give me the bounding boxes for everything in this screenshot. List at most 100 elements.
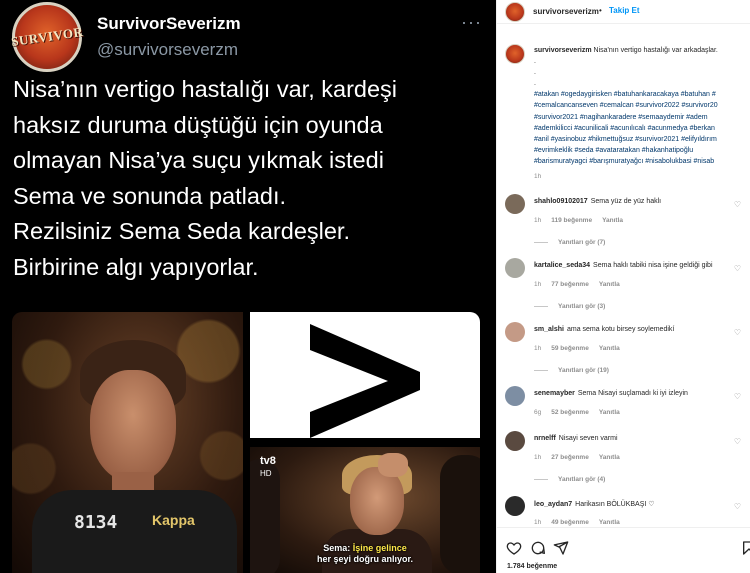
comment-text: ama sema kotu birsey soylemedikí (566, 326, 675, 333)
comment-likes[interactable]: 52 beğenme (551, 409, 589, 416)
comment-likes[interactable]: 49 beğenme (551, 519, 589, 526)
share-icon[interactable] (553, 540, 569, 556)
reply-button[interactable]: Yanıtla (599, 345, 620, 352)
caption-avatar[interactable] (505, 44, 525, 64)
comment-text-row: kartalice_seda34 Sema haklı tabiki nisa i… (534, 262, 713, 269)
caption-hashtags[interactable]: #atakan #ogedaygirisken #batuhankaracaka… (534, 89, 750, 100)
commenter-avatar[interactable] (505, 194, 525, 214)
comment-time: 1h (534, 345, 542, 352)
caption-hashtags[interactable]: #cemalcancanseven #cemalcan #survivor202… (534, 100, 750, 111)
author-avatar[interactable] (505, 2, 525, 22)
comment-like-icon[interactable]: ♡ (734, 502, 741, 511)
comment-meta: 6g 52 beğenme Yanıtla (534, 409, 630, 416)
comment-likes[interactable]: 59 beğenme (551, 345, 589, 352)
likes-count[interactable]: 1.784 beğenme (507, 563, 557, 570)
tweet-display-name: SurvivorSeverizm (97, 14, 241, 33)
comment-item: kartalice_seda34 Sema haklı tabiki nisa i… (497, 258, 750, 322)
caption-time: 1h (534, 173, 542, 180)
caption-dot: . (534, 80, 536, 88)
commenter-avatar[interactable] (505, 322, 525, 342)
tweet-text-line: Rezilsiniz Sema Seda kardeşler. (13, 218, 350, 244)
comment-like-icon[interactable]: ♡ (734, 328, 741, 337)
comment-text-row: shahlo09102017 Sema yüz de yüz haklı (534, 198, 661, 205)
comment-text: Harikasın BÖLÜKBAŞI ♡ (575, 501, 655, 508)
reply-button[interactable]: Yanıtla (599, 454, 620, 461)
more-icon: ··· (461, 12, 482, 32)
commenter-username[interactable]: shahlo09102017 (534, 198, 588, 205)
commenter-username[interactable]: leo_aydan7 (534, 501, 572, 508)
commenter-username[interactable]: sm_alshi (534, 326, 564, 333)
greater-than-icon (310, 324, 420, 438)
post-media: SURVIVOR SurvivorSeverizm @survivorsever… (0, 0, 496, 573)
comment-meta: 1h 119 beğenme Yanıtla (534, 217, 633, 224)
caption-hashtags[interactable]: #barismuratyagci #barışmuratyağcı #nisab… (534, 156, 750, 167)
tweet-handle: @survivorseverzm (97, 40, 238, 59)
tweet-photo-arrow (250, 312, 480, 438)
comment-time: 1h (534, 519, 542, 526)
comment-text: Sema haklı tabiki nisa işine geldiği gib… (593, 262, 713, 269)
post-actions: 1.784 beğenme (497, 527, 750, 573)
comment-meta: 1h 49 beğenme Yanıtla (534, 519, 630, 526)
view-replies-button[interactable]: Yanıtları gör (7) (534, 239, 605, 246)
tweet-avatar: SURVIVOR (9, 2, 84, 72)
reply-button[interactable]: Yanıtla (602, 217, 623, 224)
tweet-text-line: haksız duruma düştüğü için oyunda (13, 111, 383, 138)
comment-meta: 1h 59 beğenme Yanıtla (534, 345, 630, 352)
tweet-avatar-logo-text: SURVIVOR (9, 24, 84, 49)
commenter-avatar[interactable] (505, 258, 525, 278)
tv-channel-logo: tv8 (260, 455, 276, 467)
author-username[interactable]: survivorseverizm (533, 7, 599, 16)
commenter-username[interactable]: kartalice_seda34 (534, 262, 590, 269)
view-replies-button[interactable]: Yanıtları gör (19) (534, 367, 609, 374)
comment-like-icon[interactable]: ♡ (734, 437, 741, 446)
caption-hashtags[interactable]: #ademkilicci #acunilicali #acunılıcalı #… (534, 123, 750, 134)
comment-likes[interactable]: 77 beğenme (551, 281, 589, 288)
commenter-avatar[interactable] (505, 386, 525, 406)
tweet-text-line: olmayan Nisa’ya suçu yıkmak istedi (13, 147, 384, 173)
caption-username[interactable]: survivorseverizm (534, 47, 592, 54)
comment-meta: 1h 77 beğenme Yanıtla (534, 281, 630, 288)
view-replies-button[interactable]: Yanıtları gör (3) (534, 303, 605, 310)
tweet-text-line: Nisa’nın vertigo hastalığı var, kardeşi (13, 76, 398, 102)
post-caption: survivorseverizm Nisa'nın vertigo hastal… (534, 45, 750, 167)
comment-item: nrnelff Nisayi seven varmi ♡ 1h 27 beğenme Ya… (497, 431, 750, 495)
commenter-username[interactable]: nrnelff (534, 435, 556, 442)
commenter-avatar[interactable] (505, 431, 525, 451)
comment-time: 1h (534, 454, 542, 461)
post-sidebar: survivorseverizm • Takip Et survivorseve… (496, 0, 750, 573)
reply-button[interactable]: Yanıtla (599, 409, 620, 416)
commenter-avatar[interactable] (505, 496, 525, 516)
reply-button[interactable]: Yanıtla (599, 519, 620, 526)
comment-likes[interactable]: 27 beğenme (551, 454, 589, 461)
comment-time: 1h (534, 281, 542, 288)
comment-text: Nisayi seven varmi (558, 435, 618, 442)
heart-icon[interactable] (506, 540, 522, 556)
bookmark-icon[interactable] (741, 540, 750, 556)
tweet-text-line: Sema ve sonunda patladı. (13, 182, 287, 209)
tweet-header: SURVIVOR SurvivorSeverizm @survivorsever… (9, 2, 482, 72)
comment-text: Sema yüz de yüz haklı (590, 198, 662, 205)
commenter-username[interactable]: senemayber (534, 390, 575, 397)
video-subtitle: Sema: İşine gelince her şeyi doğru anlıy… (316, 543, 414, 564)
caption-dot: . (534, 69, 536, 77)
caption-dot: . (534, 58, 536, 66)
tweet-text: Nisa’nın vertigo hastalığı var, kardeşi h… (13, 72, 483, 285)
follow-button[interactable]: Takip Et (609, 6, 640, 15)
reply-button[interactable]: Yanıtla (599, 281, 620, 288)
comment-icon[interactable] (530, 540, 546, 556)
caption-hashtags[interactable]: #anil #yasinobuz #hikmettuğsuz #survivor… (534, 134, 750, 145)
shirt-brand: Kappa (152, 512, 195, 528)
caption-hashtags[interactable]: #evrimkeklik #seda #avataratakan #hakanh… (534, 145, 750, 156)
comment-text-row: senemayber Sema Nisayi suçlamadı ki iyi i… (534, 390, 688, 397)
comment-likes[interactable]: 119 beğenme (551, 217, 592, 224)
caption-hashtags[interactable]: #survivor2021 #nagihankaradere #semaayde… (534, 112, 750, 123)
comment-like-icon[interactable]: ♡ (734, 264, 741, 273)
comment-time: 1h (534, 217, 542, 224)
comment-text: Sema Nisayi suçlamadı ki iyi izleyin (577, 390, 688, 397)
caption-text: Nisa'nın vertigo hastalığı var arkadaşla… (593, 47, 718, 54)
comment-like-icon[interactable]: ♡ (734, 392, 741, 401)
comment-like-icon[interactable]: ♡ (734, 200, 741, 209)
view-replies-button[interactable]: Yanıtları gör (4) (534, 476, 605, 483)
tweet-photo-right: tv8 HD Sema: İşine gelince her şeyi doğr… (250, 447, 480, 573)
comment-meta: 1h 27 beğenme Yanıtla (534, 454, 630, 461)
